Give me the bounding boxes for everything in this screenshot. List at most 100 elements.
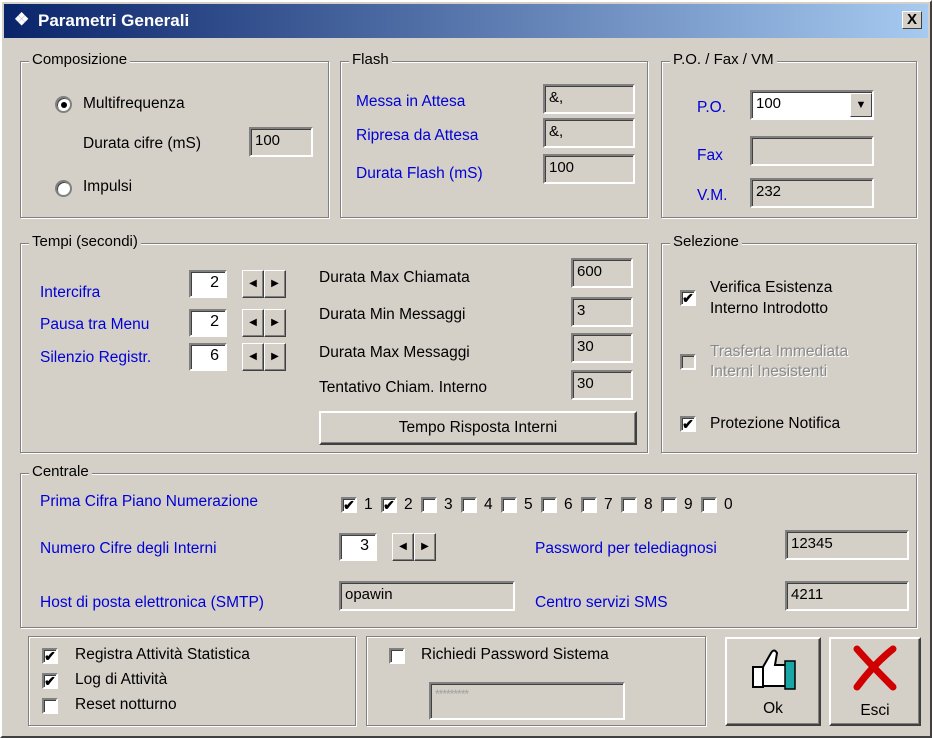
tempo-risposta-interni-button[interactable]: Tempo Risposta Interni xyxy=(319,411,637,445)
flash-group: Flash Messa in Attesa &, Ripresa da Atte… xyxy=(340,51,648,218)
messa-attesa-field[interactable]: &, xyxy=(543,84,635,114)
po-fax-vm-title: P.O. / Fax / VM xyxy=(670,51,777,69)
verifica-checkbox[interactable]: ✔ xyxy=(680,290,696,306)
composizione-title: Composizione xyxy=(29,51,131,69)
max-chiamata-label: Durata Max Chiamata xyxy=(319,269,470,286)
composizione-group: Composizione Multifrequenza Durata cifre… xyxy=(20,51,329,218)
digit-9-label: 9 xyxy=(684,496,693,513)
digit-2-checkbox[interactable]: ✔ xyxy=(381,497,397,513)
po-dropdown-value: 100 xyxy=(756,95,782,112)
smtp-label: Host di posta elettronica (SMTP) xyxy=(40,594,264,611)
radio-multifrequenza[interactable] xyxy=(55,96,72,113)
richiedi-password-checkbox[interactable] xyxy=(389,648,405,664)
tempi-group: Tempi (secondi) Intercifra 2 ◀ ▶ Pausa t… xyxy=(20,233,648,453)
digit-4-checkbox[interactable] xyxy=(461,497,477,513)
reset-checkbox[interactable] xyxy=(42,698,58,714)
esci-button[interactable]: Esci xyxy=(829,637,921,726)
title-bar: ❖ Parametri Generali xyxy=(4,4,928,38)
centrale-group: Centrale Prima Cifra Piano Numerazione ✔… xyxy=(20,463,917,628)
tempi-title: Tempi (secondi) xyxy=(29,233,141,251)
digit-3-checkbox[interactable] xyxy=(421,497,437,513)
intercifra-label: Intercifra xyxy=(40,284,101,301)
messa-attesa-label: Messa in Attesa xyxy=(356,93,466,110)
fax-field[interactable] xyxy=(750,136,874,166)
trasferta-label-line1: Trasferta Immediata xyxy=(710,343,849,360)
close-button[interactable]: X xyxy=(902,11,922,29)
vm-field[interactable]: 232 xyxy=(750,178,874,208)
silenzio-registr-spin-field[interactable]: 6 xyxy=(189,343,227,371)
digit-6-checkbox[interactable] xyxy=(541,497,557,513)
digit-8-label: 8 xyxy=(644,496,653,513)
log-checkbox[interactable]: ✔ xyxy=(42,673,58,689)
trasferta-checkbox xyxy=(680,354,696,370)
digit-7-checkbox[interactable] xyxy=(581,497,597,513)
max-messaggi-label: Durata Max Messaggi xyxy=(319,344,470,361)
min-messaggi-label: Durata Min Messaggi xyxy=(319,306,466,323)
protezione-checkbox[interactable]: ✔ xyxy=(680,416,696,432)
ok-button[interactable]: Ok xyxy=(725,637,821,726)
pausa-menu-right-arrow[interactable]: ▶ xyxy=(264,309,286,337)
vm-label: V.M. xyxy=(697,187,728,204)
trasferta-label-line2: Interni Inesistenti xyxy=(710,363,828,380)
selezione-group: Selezione ✔ Verifica Esistenza Interno I… xyxy=(661,233,917,453)
digit-1-checkbox[interactable]: ✔ xyxy=(341,497,357,513)
digit-5-checkbox[interactable] xyxy=(501,497,517,513)
tentativo-label: Tentativo Chiam. Interno xyxy=(319,379,488,396)
digit-2-label: 2 xyxy=(404,496,413,513)
intercifra-left-arrow[interactable]: ◀ xyxy=(242,270,264,298)
password-sistema-group: Richiedi Password Sistema ********* xyxy=(366,636,706,726)
pausa-menu-left-arrow[interactable]: ◀ xyxy=(242,309,264,337)
numero-cifre-right-arrow[interactable]: ▶ xyxy=(414,533,436,561)
radio-impulsi[interactable] xyxy=(55,180,72,197)
durata-cifre-field[interactable]: 100 xyxy=(249,127,313,157)
ok-label: Ok xyxy=(763,700,783,717)
digit-0-label: 0 xyxy=(724,496,733,513)
close-icon: X xyxy=(906,11,917,28)
password-telediagnosi-label: Password per telediagnosi xyxy=(535,540,717,557)
max-chiamata-field[interactable]: 600 xyxy=(571,258,633,288)
silenzio-registr-left-arrow[interactable]: ◀ xyxy=(242,343,264,371)
verifica-label-line2: Interno Introdotto xyxy=(710,300,829,317)
chevron-down-icon[interactable]: ▼ xyxy=(850,93,872,117)
registra-label: Registra Attività Statistica xyxy=(75,646,250,663)
numero-cifre-label: Numero Cifre degli Interni xyxy=(40,540,217,557)
digit-3-label: 3 xyxy=(444,496,453,513)
thumbs-up-icon xyxy=(752,649,796,690)
digit-9-checkbox[interactable] xyxy=(661,497,677,513)
min-messaggi-field[interactable]: 3 xyxy=(571,297,633,327)
digit-1-label: 1 xyxy=(364,496,373,513)
digit-6-label: 6 xyxy=(564,496,573,513)
numero-cifre-left-arrow[interactable]: ◀ xyxy=(392,533,414,561)
numero-cifre-spin-field[interactable]: 3 xyxy=(339,533,377,561)
digit-8-checkbox[interactable] xyxy=(621,497,637,513)
password-telediagnosi-field[interactable]: 12345 xyxy=(785,530,909,560)
max-messaggi-field[interactable]: 30 xyxy=(571,333,633,363)
selezione-title: Selezione xyxy=(670,233,742,251)
silenzio-registr-right-arrow[interactable]: ▶ xyxy=(264,343,286,371)
impulsi-label: Impulsi xyxy=(83,178,133,195)
intercifra-right-arrow[interactable]: ▶ xyxy=(264,270,286,298)
pausa-menu-label: Pausa tra Menu xyxy=(40,316,150,333)
po-dropdown[interactable]: 100 ▼ xyxy=(750,90,874,120)
registra-checkbox[interactable]: ✔ xyxy=(42,648,58,664)
durata-flash-field[interactable]: 100 xyxy=(543,154,635,184)
protezione-label: Protezione Notifica xyxy=(710,415,841,432)
intercifra-spin-field[interactable]: 2 xyxy=(189,270,227,298)
options-group: ✔ Registra Attività Statistica ✔ Log di … xyxy=(28,636,356,726)
tentativo-field[interactable]: 30 xyxy=(571,370,633,400)
digit-5-label: 5 xyxy=(524,496,533,513)
smtp-field[interactable]: opawin xyxy=(339,581,515,611)
ripresa-attesa-field[interactable]: &, xyxy=(543,118,635,148)
password-sistema-field[interactable]: ********* xyxy=(429,682,625,720)
centrale-title: Centrale xyxy=(29,463,92,481)
ripresa-attesa-label: Ripresa da Attesa xyxy=(356,127,479,144)
digit-0-checkbox[interactable] xyxy=(701,497,717,513)
durata-flash-label: Durata Flash (mS) xyxy=(356,165,483,182)
sms-field[interactable]: 4211 xyxy=(785,581,909,611)
multifrequenza-label: Multifrequenza xyxy=(83,95,185,112)
fax-label: Fax xyxy=(697,147,723,164)
app-icon: ❖ xyxy=(14,10,30,29)
dialog-window: ❖ Parametri Generali X Composizione Mult… xyxy=(0,0,932,738)
po-label: P.O. xyxy=(697,99,727,116)
pausa-menu-spin-field[interactable]: 2 xyxy=(189,309,227,337)
